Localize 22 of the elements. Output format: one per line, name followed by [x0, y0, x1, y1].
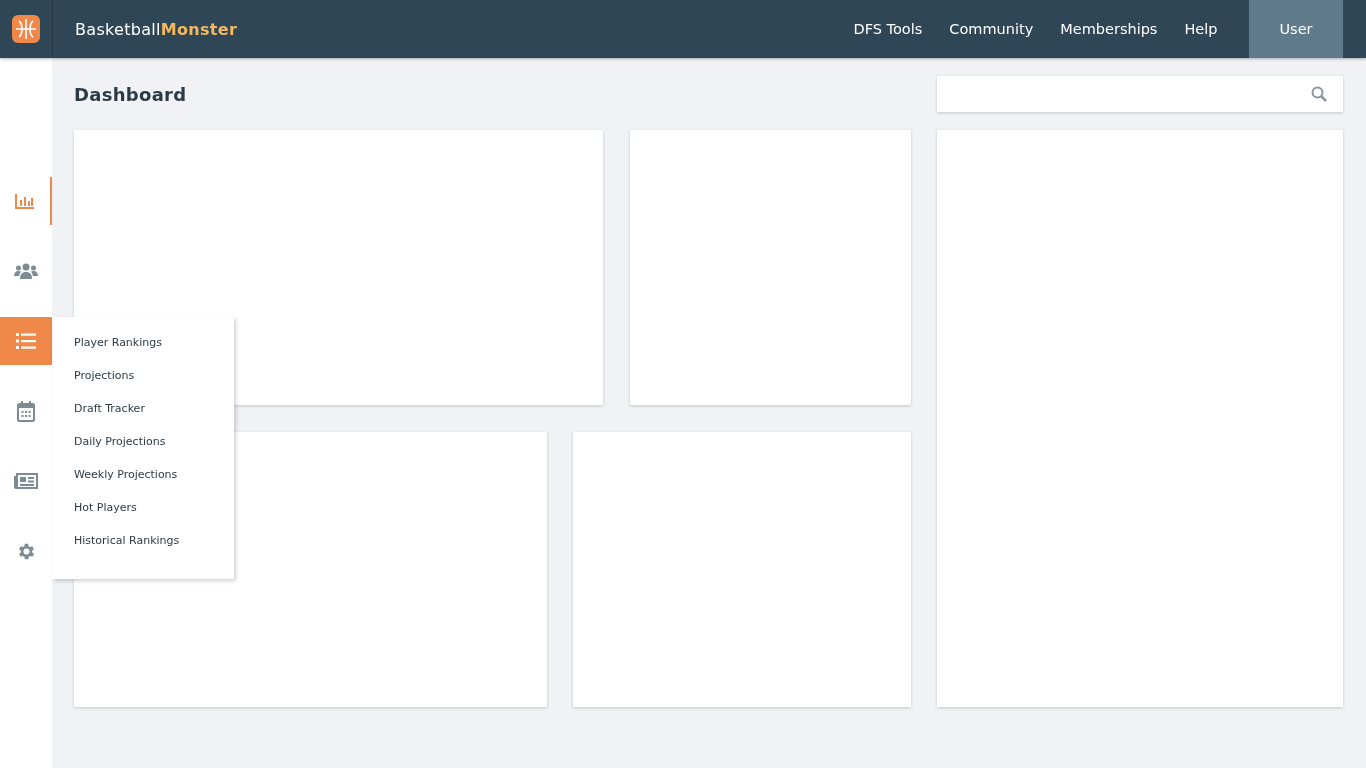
menu-item[interactable]: Daily Projections	[52, 433, 234, 466]
nav-link[interactable]: Community	[935, 0, 1047, 58]
bar-chart-icon	[15, 193, 35, 209]
users-icon	[14, 263, 38, 279]
menu-item[interactable]: Projections	[52, 367, 234, 400]
page-title: Dashboard	[74, 83, 188, 105]
brand-name[interactable]: BasketballMonster	[75, 19, 238, 39]
search-field[interactable]	[937, 76, 1343, 112]
search-icon[interactable]	[1311, 86, 1327, 102]
newspaper-icon	[14, 473, 38, 489]
menu-item[interactable]: Player Rankings	[52, 334, 234, 367]
calendar-icon	[17, 400, 35, 422]
nav-link[interactable]: User	[1249, 0, 1343, 58]
logo-icon[interactable]	[12, 15, 40, 43]
menu-item[interactable]: Weekly Projections	[52, 466, 234, 499]
numbered-list-icon	[16, 332, 36, 350]
menu-item[interactable]: Draft Tracker	[52, 400, 234, 433]
nav-link[interactable]: Memberships	[1046, 0, 1171, 58]
menu-item[interactable]: Historical Rankings	[52, 532, 234, 565]
menu-item[interactable]: Hot Players	[52, 499, 234, 532]
nav-link[interactable]: DFS Tools	[840, 0, 936, 58]
nav-link[interactable]: Help	[1170, 0, 1231, 58]
